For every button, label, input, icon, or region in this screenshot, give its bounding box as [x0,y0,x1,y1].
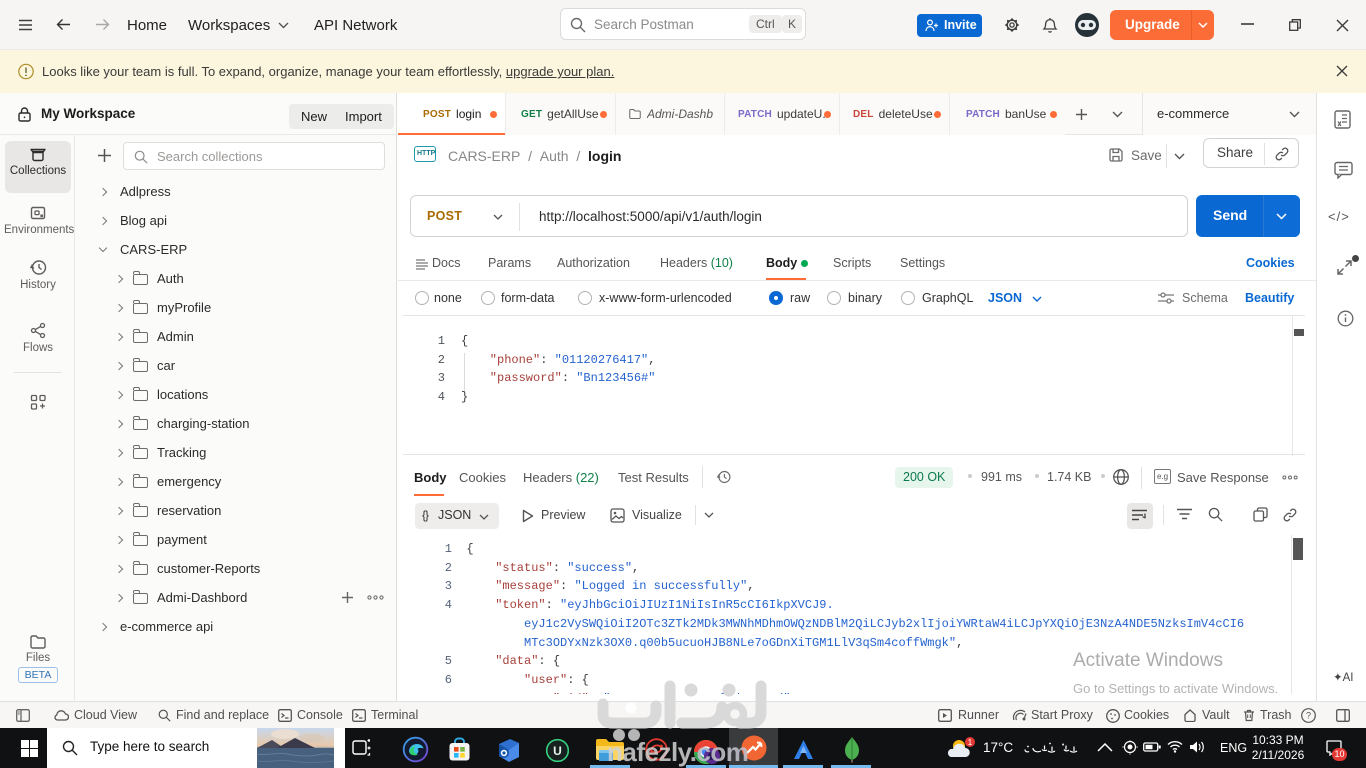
svg-text:U: U [553,744,562,758]
svg-text:1: 1 [968,738,973,747]
svg-text:?: ? [1306,711,1311,721]
